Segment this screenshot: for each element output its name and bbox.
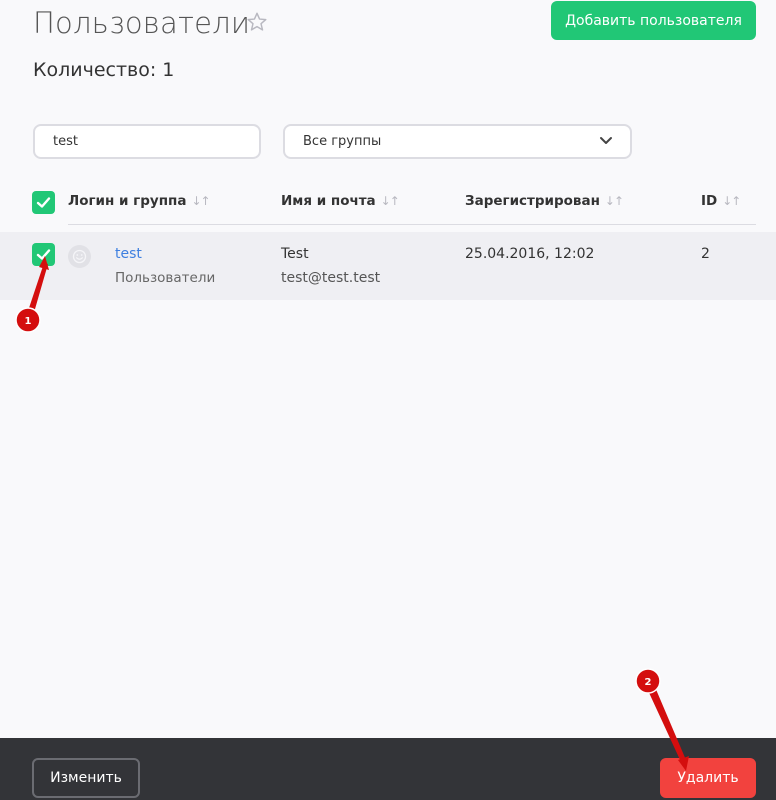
header-divider [68,224,756,225]
user-id: 2 [701,246,710,262]
user-count: Количество: 1 [33,59,175,81]
table-row[interactable]: test Пользователи Test test@test.test 25… [0,232,776,300]
add-user-button[interactable]: Добавить пользователя [551,1,756,40]
user-email: test@test.test [281,270,381,286]
star-icon[interactable] [246,11,268,33]
annotation-marker-1: 1 [25,316,32,327]
user-login-link[interactable]: test [115,246,142,262]
sort-arrows-icon[interactable]: ↓↑ [605,194,624,208]
row-checkbox[interactable] [32,243,55,266]
column-header-registered[interactable]: Зарегистрирован ↓↑ [465,193,624,209]
users-page: Пользователи Добавить пользователя Колич… [0,0,776,800]
user-group: Пользователи [115,270,216,286]
annotation-overlay: 1 2 [15,256,689,771]
column-header-label: ID [701,193,718,209]
smiley-icon [72,249,87,264]
column-header-id[interactable]: ID ↓↑ [701,193,741,209]
select-all-checkbox[interactable] [32,191,55,214]
column-header-label: Имя и почта [281,193,376,209]
group-select-value: Все группы [303,134,382,149]
sort-arrows-icon[interactable]: ↓↑ [191,194,210,208]
column-header-login[interactable]: Логин и группа ↓↑ [68,193,211,209]
group-select[interactable]: Все группы [283,124,632,159]
chevron-down-icon [600,137,612,144]
sort-arrows-icon[interactable]: ↓↑ [381,194,400,208]
column-header-label: Логин и группа [68,193,187,209]
column-header-name[interactable]: Имя и почта ↓↑ [281,193,400,209]
edit-button[interactable]: Изменить [32,758,140,798]
avatar [68,245,91,268]
search-input[interactable] [33,124,261,159]
user-name: Test [281,246,309,262]
column-header-label: Зарегистрирован [465,193,600,209]
user-registered-date: 25.04.2016, 12:02 [465,246,595,262]
check-icon [36,249,51,260]
check-icon [36,197,51,208]
annotation-marker-2: 2 [645,677,652,688]
sort-arrows-icon[interactable]: ↓↑ [722,194,741,208]
delete-button[interactable]: Удалить [660,758,756,798]
bottom-action-bar: Изменить Удалить [0,738,776,800]
page-title: Пользователи [33,6,251,40]
